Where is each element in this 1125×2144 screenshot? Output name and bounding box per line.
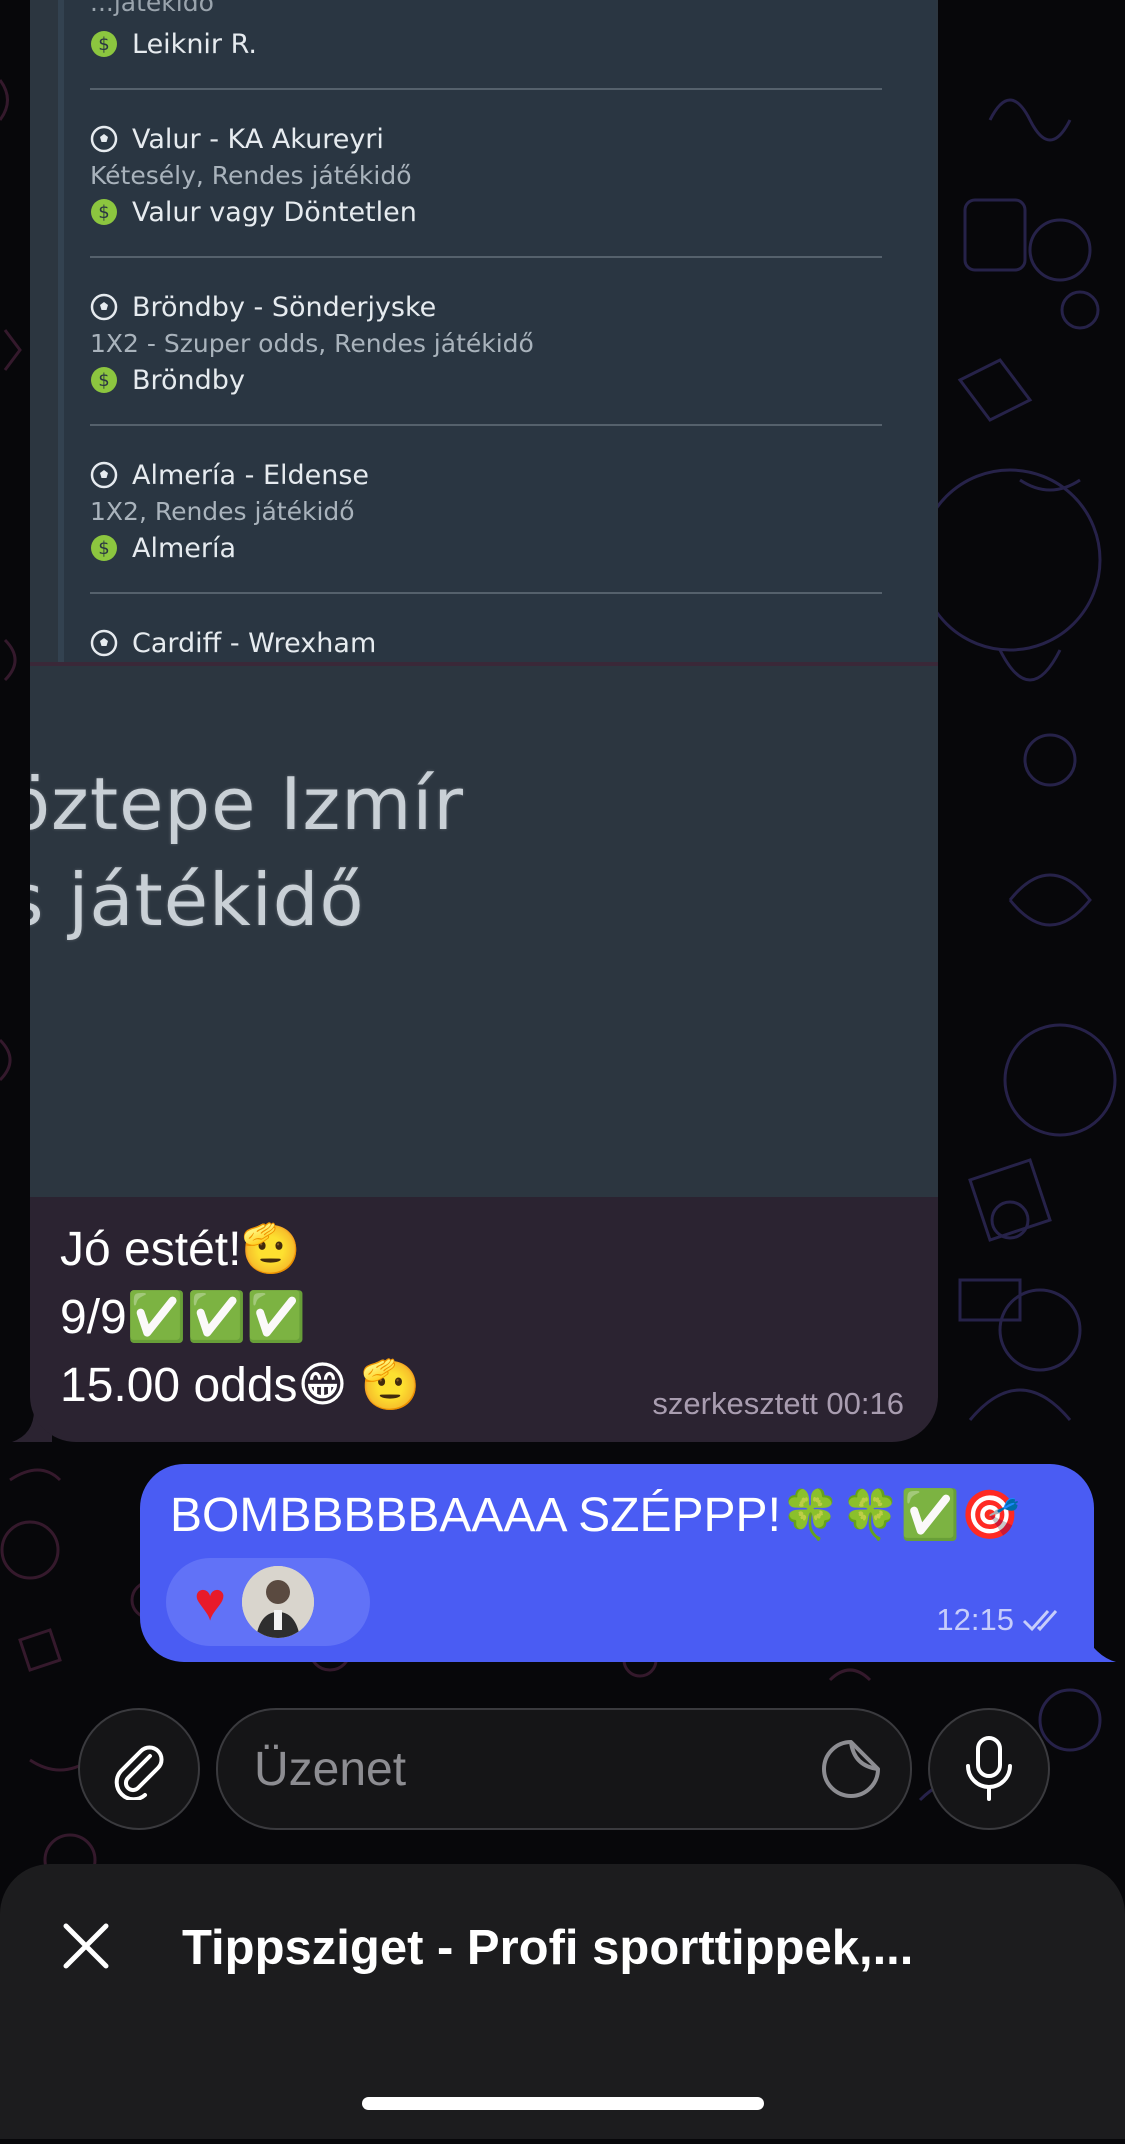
bet-item: Almería - Eldense 1X2, Rendes játékidő $…: [90, 456, 874, 568]
message-input[interactable]: [252, 1740, 796, 1798]
svg-text:$: $: [98, 34, 109, 55]
divider: [90, 592, 882, 594]
svg-text:$: $: [98, 202, 109, 223]
bet-market: Kétesély, Rendes játékidő: [90, 160, 412, 190]
reaction-chip[interactable]: ♥: [166, 1558, 370, 1646]
soccer-ball-icon: [90, 293, 118, 321]
microphone-icon: [966, 1736, 1012, 1801]
cropped-text: ...játékidő: [90, 0, 214, 17]
bet-pick: Bröndby: [132, 364, 245, 396]
dollar-coin-icon: $: [91, 535, 117, 561]
dollar-coin-icon: $: [91, 199, 117, 225]
message-input-container[interactable]: [216, 1708, 912, 1830]
soccer-ball-icon: [90, 125, 118, 153]
sheet-title[interactable]: Tippsziget - Profi sporttippek,...: [182, 1920, 913, 1976]
bet-match: Cardiff - Wrexham: [132, 627, 377, 659]
paperclip-icon: [114, 1745, 164, 1800]
divider: [90, 88, 882, 90]
outgoing-message-bubble[interactable]: BOMBBBBBAAAA SZÉPPP!🍀🍀✅🎯 ♥ 12:15: [140, 1464, 1094, 1662]
bet-match: Valur - KA Akureyri: [132, 123, 384, 155]
sticker-icon[interactable]: [820, 1738, 882, 1800]
reactor-avatar[interactable]: [242, 1566, 315, 1638]
message-meta: szerkesztett 00:16: [652, 1386, 904, 1421]
outgoing-message-text: BOMBBBBBAAAA SZÉPPP!🍀🍀✅🎯: [170, 1489, 1020, 1542]
message-meta: 12:15: [936, 1602, 1068, 1638]
attach-button[interactable]: [78, 1708, 200, 1830]
bet-pick: Leiknir R.: [132, 28, 257, 60]
photo-seam: [30, 662, 938, 666]
bet-match: Bröndby - Sönderjyske: [132, 291, 437, 323]
bet-item: $ Leiknir R.: [90, 24, 874, 64]
close-icon[interactable]: [58, 1918, 114, 1974]
bet-pick: Almería: [132, 532, 237, 564]
zoomed-text-line: s játékidő: [30, 858, 365, 942]
double-check-icon: [1022, 1610, 1058, 1632]
bet-match: Almería - Eldense: [132, 459, 370, 491]
incoming-message-bubble[interactable]: ...játékidő $ Leiknir R. Valur - KA Akur…: [30, 0, 938, 1442]
svg-text:$: $: [98, 370, 109, 391]
soccer-ball-icon: [90, 461, 118, 489]
dollar-coin-icon: $: [91, 367, 117, 393]
home-indicator[interactable]: [362, 2097, 764, 2110]
heart-reaction-icon: ♥: [194, 1572, 227, 1632]
divider: [90, 424, 882, 426]
svg-text:$: $: [98, 538, 109, 559]
zoomed-text-line: öztepe Izmír: [30, 762, 465, 846]
bet-item: Cardiff - Wrexham: [90, 624, 874, 662]
bet-pick: Valur vagy Döntetlen: [132, 196, 417, 228]
bet-market: 1X2, Rendes játékidő: [90, 496, 355, 526]
bet-slip-photo[interactable]: ...játékidő $ Leiknir R. Valur - KA Akur…: [30, 0, 938, 1197]
voice-message-button[interactable]: [928, 1708, 1050, 1830]
bet-market: 1X2 - Szuper odds, Rendes játékidő: [90, 328, 534, 358]
caption-line: Jó estét!🫡: [60, 1223, 302, 1276]
message-time: 12:15: [936, 1602, 1014, 1637]
dollar-coin-icon: $: [91, 31, 117, 57]
soccer-ball-icon: [90, 629, 118, 657]
caption-line: 9/9✅✅✅: [60, 1291, 307, 1344]
bet-item: Valur - KA Akureyri Kétesély, Rendes ját…: [90, 120, 874, 232]
bet-item: Bröndby - Sönderjyske 1X2 - Szuper odds,…: [90, 288, 874, 400]
divider: [90, 256, 882, 258]
